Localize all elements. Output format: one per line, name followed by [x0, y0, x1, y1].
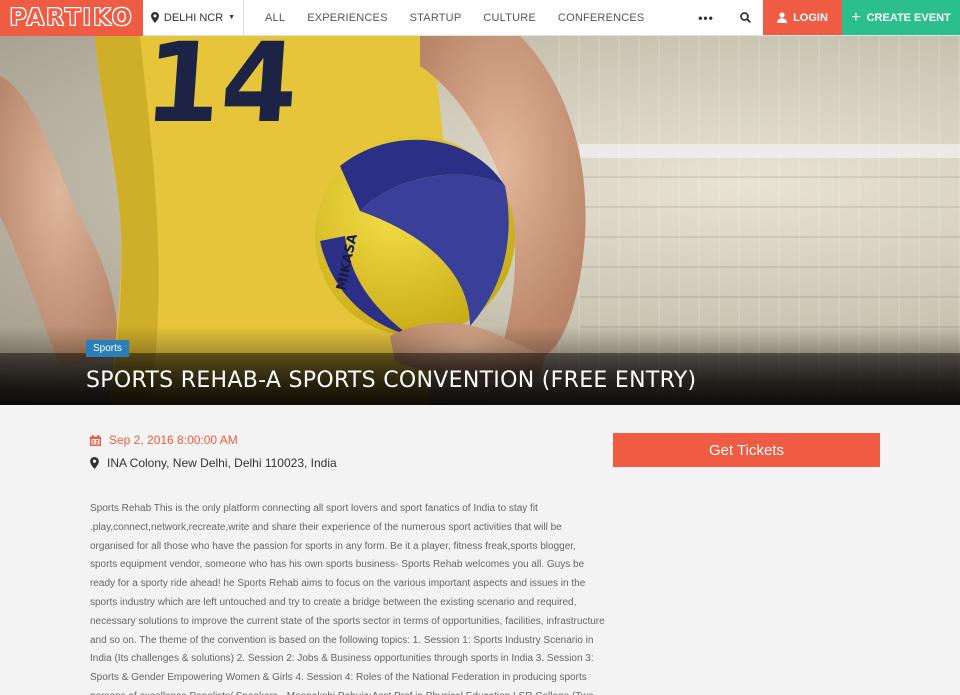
search-icon: [739, 12, 751, 23]
login-label: LOGIN: [793, 11, 828, 24]
nav-conferences[interactable]: CONFERENCES: [547, 12, 656, 24]
category-nav: ALL EXPERIENCES STARTUP CULTURE CONFEREN…: [244, 0, 655, 35]
event-date: Sep 2, 2016 8:00:00 AM: [90, 433, 238, 447]
login-button[interactable]: LOGIN: [763, 0, 842, 35]
create-event-label: CREATE EVENT: [866, 11, 951, 24]
event-location: INA Colony, New Delhi, Delhi 110023, Ind…: [90, 456, 337, 470]
header-spacer: [655, 0, 685, 35]
event-datetime: Sep 2, 2016 8:00:00 AM: [109, 433, 238, 447]
calendar-icon: [90, 434, 101, 446]
search-button[interactable]: [727, 0, 763, 35]
city-label: DELHI NCR: [163, 11, 224, 24]
logo-text: PARTIKO: [9, 5, 134, 31]
jersey-number: 14: [140, 36, 302, 147]
logo[interactable]: PARTIKO: [0, 0, 143, 36]
city-selector[interactable]: DELHI NCR ▼: [143, 0, 244, 35]
nav-all[interactable]: ALL: [254, 12, 296, 24]
event-description: Sports Rehab This is the only platform c…: [90, 503, 605, 695]
event-hero-image: 14 MIKASA: [0, 36, 960, 405]
map-pin-icon: [150, 12, 159, 23]
nav-startup[interactable]: STARTUP: [399, 12, 473, 24]
more-menu-button[interactable]: •••: [685, 0, 727, 35]
nav-experiences[interactable]: EXPERIENCES: [296, 12, 398, 24]
caret-down-icon: ▼: [228, 14, 236, 21]
top-navigation: PARTIKO DELHI NCR ▼ ALL EXPERIENCES STAR…: [0, 0, 960, 36]
location-pin-icon: [90, 457, 99, 469]
category-tag[interactable]: Sports: [86, 340, 129, 357]
get-tickets-button[interactable]: Get Tickets: [613, 433, 880, 467]
volleyball: MIKASA: [315, 136, 515, 336]
event-address: INA Colony, New Delhi, Delhi 110023, Ind…: [107, 456, 337, 470]
event-title: SPORTS REHAB-A SPORTS CONVENTION (FREE E…: [86, 368, 697, 393]
create-event-button[interactable]: + CREATE EVENT: [842, 0, 960, 35]
nav-culture[interactable]: CULTURE: [472, 12, 547, 24]
plus-icon: +: [851, 8, 861, 26]
user-icon: [777, 12, 788, 23]
